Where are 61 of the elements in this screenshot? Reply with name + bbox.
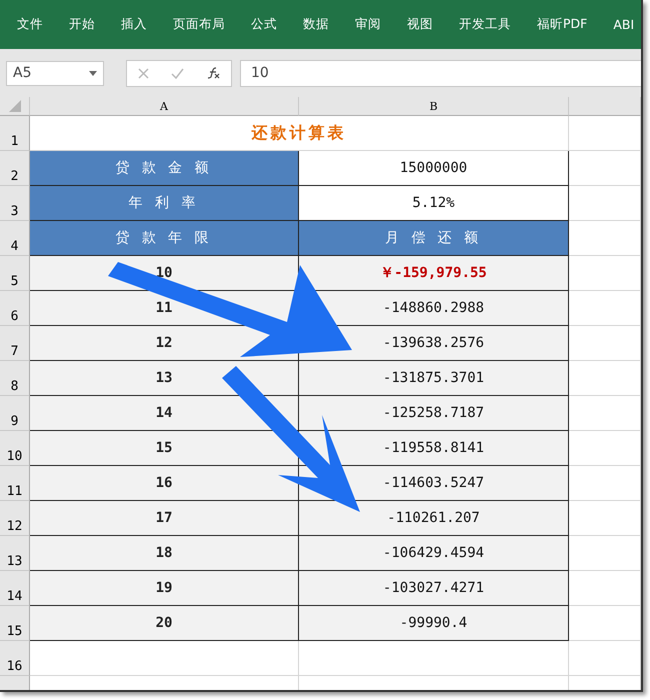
function-icon[interactable] — [206, 67, 220, 79]
row-number: 7 — [0, 326, 30, 361]
ribbon-tab[interactable]: 开始 — [56, 16, 108, 33]
table-cell: 16 — [30, 466, 299, 501]
row-number: 8 — [0, 361, 30, 396]
name-box[interactable]: A5 — [6, 60, 104, 86]
table-cell: -103027.4271 — [299, 571, 569, 606]
ribbon-tab[interactable]: ABI — [600, 17, 641, 32]
table-cell: -125258.7187 — [299, 396, 569, 431]
row-number: 4 — [0, 221, 30, 256]
table-cell: 5.12% — [299, 186, 569, 221]
table-cell: -110261.207 — [299, 501, 569, 536]
ribbon-tab[interactable]: 视图 — [394, 16, 446, 33]
table-cell: 18 — [30, 536, 299, 571]
row-number: 16 — [0, 641, 30, 676]
column-letter[interactable]: A — [30, 97, 299, 116]
row-number: 13 — [0, 536, 30, 571]
table-cell: 19 — [30, 571, 299, 606]
column-header: 贷 款 年 限 — [30, 221, 299, 256]
table-cell: ￥-159,979.55 — [299, 256, 569, 291]
column-header[interactable] — [569, 97, 641, 116]
ribbon-tab[interactable]: 开发工具 — [446, 16, 524, 33]
row-number: 11 — [0, 466, 30, 501]
table-cell: -99990.4 — [299, 606, 569, 641]
table-cell: -131875.3701 — [299, 361, 569, 396]
sheet-title: 还款计算表 — [30, 116, 569, 151]
table-cell: -119558.8141 — [299, 431, 569, 466]
row-number: 3 — [0, 186, 30, 221]
table-cell: -106429.4594 — [299, 536, 569, 571]
column-header: 月 偿 还 额 — [299, 221, 569, 256]
ribbon-tab[interactable]: 页面布局 — [160, 16, 238, 33]
table-cell: 20 — [30, 606, 299, 641]
row-number: 2 — [0, 151, 30, 186]
column-letter[interactable]: B — [299, 97, 569, 116]
row-number: 12 — [0, 501, 30, 536]
row-number: 5 — [0, 256, 30, 291]
caret-icon — [89, 70, 97, 76]
table-cell: 13 — [30, 361, 299, 396]
select-all-icon[interactable] — [8, 100, 20, 112]
close-icon[interactable] — [138, 68, 150, 78]
table-cell: 17 — [30, 501, 299, 536]
ribbon-tab[interactable]: 文件 — [4, 16, 56, 33]
table-cell: 年 利 率 — [30, 186, 299, 221]
row-number: 15 — [0, 606, 30, 641]
table-cell: 贷 款 金 额 — [30, 151, 299, 186]
row-number: 9 — [0, 396, 30, 431]
ribbon-tab[interactable]: 福昕PDF — [524, 16, 600, 33]
row-number: 1 — [0, 116, 30, 151]
row-number: 14 — [0, 571, 30, 606]
ribbon-tab[interactable]: 数据 — [290, 16, 342, 33]
ribbon-tab[interactable]: 插入 — [108, 16, 160, 33]
ribbon-tab[interactable]: 审阅 — [342, 16, 394, 33]
table-cell: 15000000 — [299, 151, 569, 186]
check-icon[interactable] — [171, 68, 184, 78]
ribbon-tab[interactable]: 公式 — [238, 16, 290, 33]
row-number: 10 — [0, 431, 30, 466]
formula-field[interactable]: 10 — [240, 60, 641, 86]
empty-cell — [569, 641, 641, 676]
table-cell: 15 — [30, 431, 299, 466]
table-cell: 14 — [30, 396, 299, 431]
row-number: 6 — [0, 291, 30, 326]
